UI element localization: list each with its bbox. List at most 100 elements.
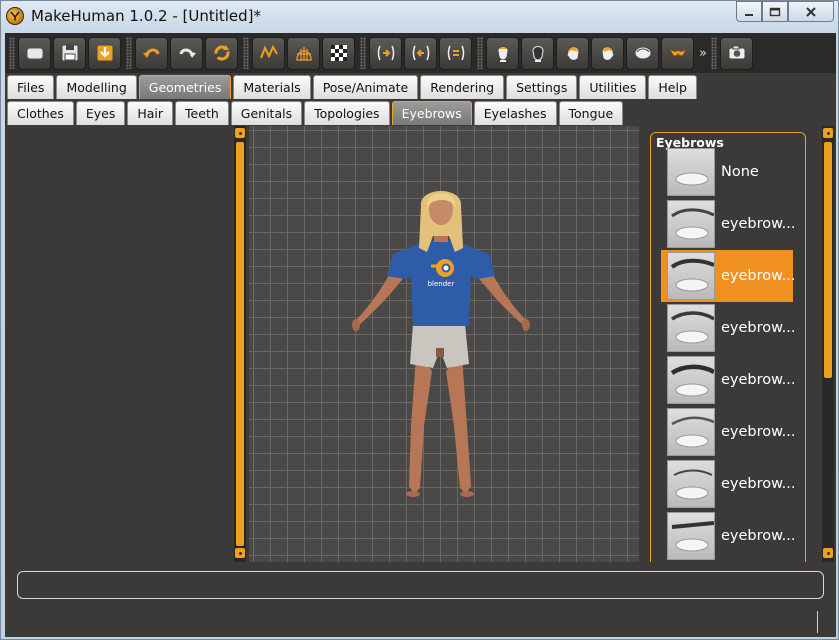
window-title: MakeHuman 1.0.2 - [Untitled]* (31, 7, 262, 25)
toolbar-grip[interactable] (360, 37, 366, 69)
wireframe-button[interactable] (287, 36, 320, 70)
minimize-icon (745, 13, 753, 16)
head-right-button[interactable] (591, 36, 624, 70)
tab-utilities[interactable]: Utilities (579, 75, 647, 99)
tab-pose-animate[interactable]: Pose/Animate (312, 75, 419, 99)
new-button[interactable] (18, 36, 51, 70)
toolbar-grip[interactable] (9, 37, 15, 69)
eyebrow-thumbnail (667, 356, 715, 404)
minimize-button[interactable] (736, 1, 762, 22)
left-view-button[interactable] (439, 36, 472, 70)
left-panel-scrollbar[interactable] (234, 126, 246, 562)
undo-icon (142, 48, 159, 58)
toolbar-grip[interactable] (477, 37, 483, 69)
eyebrow-option[interactable]: eyebrow... (665, 406, 796, 458)
scroll-down-arrow[interactable] (823, 548, 833, 558)
scroll-up-arrow[interactable] (823, 128, 833, 138)
eyebrow-option-selected[interactable]: eyebrow... (661, 250, 796, 302)
maximize-icon (769, 7, 781, 16)
title-bar[interactable]: MakeHuman 1.0.2 - [Untitled]* (1, 1, 839, 33)
app-window: MakeHuman 1.0.2 - [Untitled]* » Files Mo… (0, 0, 839, 640)
eyebrow-option-label: eyebrow... (721, 268, 796, 284)
save-button[interactable] (53, 36, 86, 70)
export-button[interactable] (88, 36, 121, 70)
subtab-eyebrows[interactable]: Eyebrows (391, 101, 472, 125)
maximize-button[interactable] (762, 1, 788, 22)
tab-settings[interactable]: Settings (506, 75, 578, 99)
subtab-tongue[interactable]: Tongue (558, 101, 624, 125)
front-view-button[interactable] (369, 36, 402, 70)
eyebrow-option[interactable]: eyebrow... (665, 510, 796, 562)
head-left-button[interactable] (556, 36, 589, 70)
3d-viewport[interactable]: blender (249, 126, 639, 562)
head-left-icon (565, 46, 580, 61)
eyebrows-list: None eyebrow... eyebrow... eyebrow... ey… (661, 146, 796, 562)
eyebrow-option[interactable]: eyebrow... (665, 354, 796, 406)
scroll-down-arrow[interactable] (235, 548, 245, 558)
background-button[interactable] (322, 36, 355, 70)
subtab-teeth[interactable]: Teeth (175, 101, 229, 125)
new-icon (26, 47, 43, 60)
redo-button[interactable] (170, 36, 203, 70)
eyebrow-thumbnail (667, 460, 715, 508)
toolbar-grip[interactable] (243, 37, 249, 69)
status-separator (817, 611, 818, 633)
tab-modelling[interactable]: Modelling (56, 75, 137, 99)
human-model[interactable]: blender (249, 126, 639, 562)
close-button[interactable] (788, 1, 834, 22)
save-icon (61, 44, 78, 62)
subtab-topologies[interactable]: Topologies (304, 101, 390, 125)
reset-icon (214, 45, 229, 61)
left-view-icon (447, 45, 464, 61)
eyebrow-option[interactable]: eyebrow... (665, 458, 796, 510)
head-back-icon (531, 46, 544, 62)
right-panel-scrollbar[interactable] (822, 126, 834, 562)
eyebrow-option-label: None (721, 164, 759, 180)
head-top-button[interactable] (626, 36, 659, 70)
toolbar-overflow-button[interactable]: » (697, 37, 709, 70)
subtab-eyelashes[interactable]: Eyelashes (473, 101, 557, 125)
sub-tabs: Clothes Eyes Hair Teeth Genitals Topolog… (5, 101, 836, 125)
eyebrow-option[interactable]: eyebrow... (665, 302, 796, 354)
subtab-eyes[interactable]: Eyes (75, 101, 126, 125)
tab-help[interactable]: Help (648, 75, 697, 99)
wireframe-icon (295, 47, 312, 61)
eyebrow-thumbnail (667, 148, 715, 196)
eyebrow-option[interactable]: eyebrow... (665, 198, 796, 250)
eyebrow-option-none[interactable]: None (665, 146, 795, 198)
eyebrow-thumbnail (667, 252, 715, 300)
smooth-button[interactable] (252, 36, 285, 70)
eyebrow-thumbnail (667, 304, 715, 352)
toolbar-grip[interactable] (126, 37, 132, 69)
tab-geometries[interactable]: Geometries (138, 75, 232, 99)
head-bottom-button[interactable] (661, 36, 694, 70)
eyebrow-thumbnail (667, 200, 715, 248)
tab-rendering[interactable]: Rendering (420, 75, 505, 99)
eyebrow-option-label: eyebrow... (721, 320, 796, 336)
screenshot-button[interactable] (720, 36, 753, 70)
scroll-thumb[interactable] (824, 142, 832, 378)
scroll-thumb[interactable] (236, 142, 244, 546)
shirt-logo-text: blender (428, 280, 455, 288)
export-icon (96, 44, 113, 62)
undo-button[interactable] (135, 36, 168, 70)
head-back-button[interactable] (521, 36, 554, 70)
reset-button[interactable] (205, 36, 238, 70)
subtab-genitals[interactable]: Genitals (230, 101, 303, 125)
tab-materials[interactable]: Materials (233, 75, 311, 99)
back-view-icon (412, 45, 429, 61)
eyebrow-option-label: eyebrow... (721, 424, 796, 440)
head-front-icon (496, 46, 509, 62)
eyebrows-panel: Eyebrows None eyebrow... eyebrow... eyeb… (646, 126, 822, 562)
eyebrow-thumbnail (667, 512, 715, 560)
close-icon (806, 6, 816, 17)
subtab-clothes[interactable]: Clothes (7, 101, 74, 125)
tab-files[interactable]: Files (7, 75, 55, 99)
scroll-up-arrow[interactable] (235, 128, 245, 138)
head-front-button[interactable] (486, 36, 519, 70)
head-top-icon (634, 46, 651, 60)
back-view-button[interactable] (404, 36, 437, 70)
subtab-hair[interactable]: Hair (127, 101, 174, 125)
status-bar (5, 605, 836, 637)
toolbar-grip[interactable] (711, 37, 717, 69)
